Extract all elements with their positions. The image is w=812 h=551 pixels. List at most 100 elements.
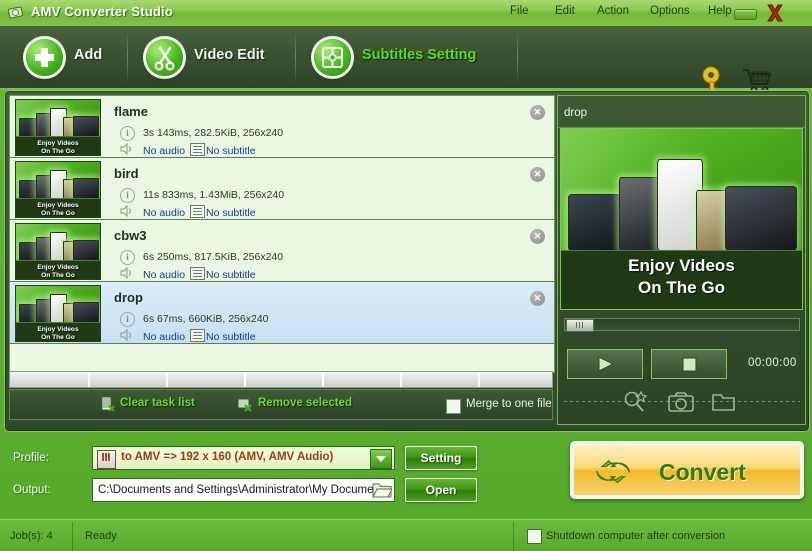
info-icon: i (120, 312, 135, 327)
status-bar: Job(s): 4 Ready Shutdown computer after … (0, 519, 812, 551)
minimize-button[interactable] (734, 9, 757, 20)
amv-format-icon (97, 450, 116, 469)
convert-button[interactable]: Convert (570, 441, 804, 499)
thumb-caption-line2: On The Go (41, 210, 75, 217)
clear-list-icon (101, 397, 115, 412)
table-row[interactable]: Enjoy Videos On The Go cbw3 i 6s 250ms, … (10, 220, 554, 282)
menu-help[interactable]: Help (708, 5, 732, 17)
merge-to-one-file-checkbox[interactable] (446, 399, 461, 414)
preview-time: 00:00:00 (748, 357, 797, 369)
thumbnail: Enjoy Videos On The Go (15, 223, 101, 280)
menu-edit[interactable]: Edit (555, 5, 575, 17)
status-divider (513, 522, 514, 551)
browse-folder-icon[interactable] (372, 481, 392, 499)
seek-slider-handle[interactable] (566, 319, 594, 332)
file-info: 11s 833ms, 1.43MiB, 256x240 (143, 189, 285, 201)
file-info: 6s 67ms, 660KiB, 256x240 (143, 313, 269, 325)
remove-selected-button[interactable]: Remove selected (258, 397, 352, 409)
toolbar-label-add: Add (74, 47, 103, 63)
table-row[interactable]: Enjoy Videos On The Go drop i 6s 67ms, 6… (10, 282, 554, 344)
remove-row-button[interactable]: ✕ (530, 291, 545, 306)
thumb-caption-line1: Enjoy Videos (37, 325, 79, 333)
remove-selected-icon (238, 398, 252, 412)
shutdown-after-conversion-label: Shutdown computer after conversion (546, 530, 726, 542)
remove-row-button[interactable]: ✕ (530, 229, 545, 244)
subtitle-status[interactable]: No subtitle (206, 331, 256, 343)
merge-to-one-file-label: Merge to one file (466, 398, 552, 410)
task-list-horizontal-scrollbar[interactable] (9, 371, 553, 388)
output-label: Output: (13, 484, 51, 496)
output-path-value: C:\Documents and Settings\Administrator\… (98, 484, 373, 496)
preview-title: drop (564, 107, 588, 119)
preview-video-area[interactable]: Enjoy Videos On The Go (560, 128, 803, 310)
thumbnail: Enjoy Videos On The Go (15, 99, 101, 156)
app-window: AMV Converter Studio File Edit Action Op… (0, 0, 812, 551)
setting-button[interactable]: Setting (405, 446, 477, 470)
info-icon: i (120, 126, 135, 141)
main-toolbar: Add Video Edit Subtitles Setting (0, 26, 812, 95)
audio-status[interactable]: No audio (143, 145, 185, 157)
toolbar-button-add[interactable]: Add (8, 26, 128, 88)
subtitle-icon (190, 329, 205, 342)
profile-select[interactable]: to AMV => 192 x 160 (AMV, AMV Audio) (92, 446, 395, 470)
stop-button[interactable] (651, 349, 727, 379)
file-name: drop (114, 290, 143, 305)
remove-row-button[interactable]: ✕ (530, 167, 545, 182)
table-row[interactable]: Enjoy Videos On The Go flame i 3s 143ms,… (10, 96, 554, 158)
menu-file[interactable]: File (510, 5, 529, 17)
task-list[interactable]: Enjoy Videos On The Go flame i 3s 143ms,… (9, 95, 555, 373)
audio-icon (120, 205, 131, 217)
window-title: AMV Converter Studio (31, 4, 173, 19)
profile-label: Profile: (13, 452, 49, 464)
preview-caption-line1: Enjoy Videos (628, 256, 735, 276)
play-icon (598, 356, 615, 372)
remove-row-button[interactable]: ✕ (530, 105, 545, 120)
file-info: 6s 250ms, 817.5KiB, 256x240 (143, 251, 284, 263)
menu-options[interactable]: Options (650, 5, 690, 17)
subtitles-icon (314, 39, 351, 76)
thumb-caption-line2: On The Go (41, 148, 75, 155)
audio-icon (120, 267, 131, 279)
audio-status[interactable]: No audio (143, 331, 185, 343)
preview-seek-slider[interactable] (564, 318, 800, 332)
audio-icon (120, 143, 131, 155)
app-icon (7, 6, 24, 19)
output-path-input[interactable]: C:\Documents and Settings\Administrator\… (92, 478, 395, 502)
subtitle-icon (190, 267, 205, 280)
shutdown-after-conversion-checkbox[interactable] (527, 529, 542, 544)
file-name: bird (114, 166, 139, 181)
subtitle-status[interactable]: No subtitle (206, 145, 256, 157)
toolbar-button-video-edit[interactable]: Video Edit (128, 26, 296, 88)
thumbnail: Enjoy Videos On The Go (15, 161, 101, 218)
subtitle-status[interactable]: No subtitle (206, 207, 256, 219)
status-divider (72, 522, 73, 551)
subtitle-icon (190, 205, 205, 218)
thumbnail: Enjoy Videos On The Go (15, 285, 101, 342)
camera-icon[interactable] (666, 389, 696, 415)
scissors-icon (146, 39, 183, 76)
menu-action[interactable]: Action (597, 5, 629, 17)
chevron-down-icon[interactable] (370, 449, 392, 469)
play-button[interactable] (567, 349, 643, 379)
jobs-count: Job(s): 4 (10, 530, 53, 542)
task-list-empty-area (10, 344, 554, 372)
toolbar-separator (517, 32, 518, 82)
folder-icon[interactable] (710, 389, 740, 415)
close-icon[interactable] (765, 3, 785, 23)
clear-task-list-button[interactable]: Clear task list (120, 397, 195, 409)
audio-status[interactable]: No audio (143, 269, 185, 281)
thumb-caption-line2: On The Go (41, 272, 75, 279)
thumb-caption-line1: Enjoy Videos (37, 263, 79, 271)
thumb-caption-line2: On The Go (41, 334, 75, 341)
open-button[interactable]: Open (405, 478, 477, 502)
audio-status[interactable]: No audio (143, 207, 185, 219)
subtitle-icon (190, 143, 205, 156)
info-icon: i (120, 188, 135, 203)
thumb-caption-line1: Enjoy Videos (37, 139, 79, 147)
plus-icon (26, 39, 63, 76)
toolbar-button-subtitles-setting[interactable]: Subtitles Setting (296, 26, 518, 88)
title-bar: AMV Converter Studio File Edit Action Op… (0, 0, 812, 27)
table-row[interactable]: Enjoy Videos On The Go bird i 11s 833ms,… (10, 158, 554, 220)
magnifier-effect-icon[interactable] (620, 389, 650, 415)
subtitle-status[interactable]: No subtitle (206, 269, 256, 281)
